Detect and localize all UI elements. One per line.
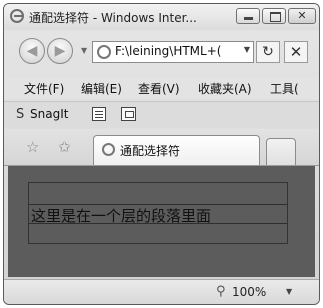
zoom-level[interactable]: 100% bbox=[232, 285, 266, 299]
new-tab-button[interactable] bbox=[266, 138, 296, 165]
menu-favorites[interactable]: 收藏夹(A) bbox=[198, 80, 252, 97]
window-title: 通配选择符 - Windows Inter... bbox=[29, 11, 197, 25]
forward-arrow-icon: ▶ bbox=[54, 43, 66, 59]
page-icon bbox=[97, 45, 111, 59]
menu-view[interactable]: 查看(V) bbox=[138, 80, 180, 97]
tab-current[interactable]: 通配选择符 bbox=[93, 135, 260, 165]
navigation-bar: ◀ ▶ ▼ F:\leining\HTML+( ▼ ↻ ✕ bbox=[4, 32, 319, 72]
menu-bar: 文件(F) 编辑(E) 查看(V) 收藏夹(A) 工具( bbox=[4, 77, 319, 99]
snagit-button[interactable]: SnagIt bbox=[30, 107, 68, 121]
page-viewport: 这里是在一个层的段落里面 bbox=[8, 166, 315, 277]
layer-div: 这里是在一个层的段落里面 bbox=[28, 182, 288, 244]
minimize-button[interactable] bbox=[236, 8, 260, 24]
paragraph-box: 这里是在一个层的段落里面 bbox=[29, 204, 287, 225]
menu-edit[interactable]: 编辑(E) bbox=[81, 80, 122, 97]
browser-window: 通配选择符 - Windows Inter... ✕ ◀ ▶ ▼ F:\lein… bbox=[3, 3, 320, 305]
address-text[interactable]: F:\leining\HTML+( bbox=[115, 44, 221, 58]
recent-pages-dropdown-icon[interactable]: ▼ bbox=[81, 46, 87, 55]
status-bar: ⚲ 100% ▼ bbox=[4, 279, 319, 304]
paragraph-text: 这里是在一个层的段落里面 bbox=[31, 207, 212, 225]
stop-button[interactable]: ✕ bbox=[284, 41, 308, 63]
address-dropdown-icon[interactable]: ▼ bbox=[244, 45, 250, 54]
snagit-toolbar: S SnagIt bbox=[4, 101, 319, 128]
close-icon: ✕ bbox=[297, 9, 307, 22]
tab-row: ☆ ✩ 通配选择符 bbox=[4, 129, 319, 166]
zoom-icon[interactable]: ⚲ bbox=[216, 284, 226, 299]
capture-window-icon[interactable] bbox=[121, 107, 136, 121]
add-favorite-icon[interactable]: ✩ bbox=[58, 138, 71, 156]
maximize-button[interactable] bbox=[262, 8, 286, 24]
close-button[interactable]: ✕ bbox=[288, 8, 316, 24]
address-bar[interactable]: F:\leining\HTML+( ▼ bbox=[92, 41, 254, 63]
refresh-icon: ↻ bbox=[262, 44, 274, 60]
stop-icon: ✕ bbox=[289, 43, 303, 61]
back-arrow-icon: ◀ bbox=[26, 43, 38, 59]
menu-file[interactable]: 文件(F) bbox=[24, 80, 64, 97]
forward-button[interactable]: ▶ bbox=[47, 38, 73, 64]
refresh-button[interactable]: ↻ bbox=[256, 41, 280, 63]
title-bar: 通配选择符 - Windows Inter... ✕ bbox=[4, 4, 319, 30]
back-button[interactable]: ◀ bbox=[19, 38, 45, 64]
snagit-icon[interactable]: S bbox=[16, 107, 24, 122]
minimize-icon bbox=[244, 17, 253, 20]
capture-page-icon[interactable] bbox=[92, 107, 106, 121]
tab-label: 通配选择符 bbox=[120, 144, 181, 158]
favorites-star-icon[interactable]: ☆ bbox=[26, 138, 39, 156]
maximize-icon bbox=[270, 12, 281, 22]
menu-tools[interactable]: 工具( bbox=[270, 80, 299, 97]
zoom-dropdown-icon[interactable]: ▼ bbox=[286, 287, 292, 296]
ie-logo-icon bbox=[10, 9, 24, 23]
tab-page-icon bbox=[102, 143, 115, 156]
